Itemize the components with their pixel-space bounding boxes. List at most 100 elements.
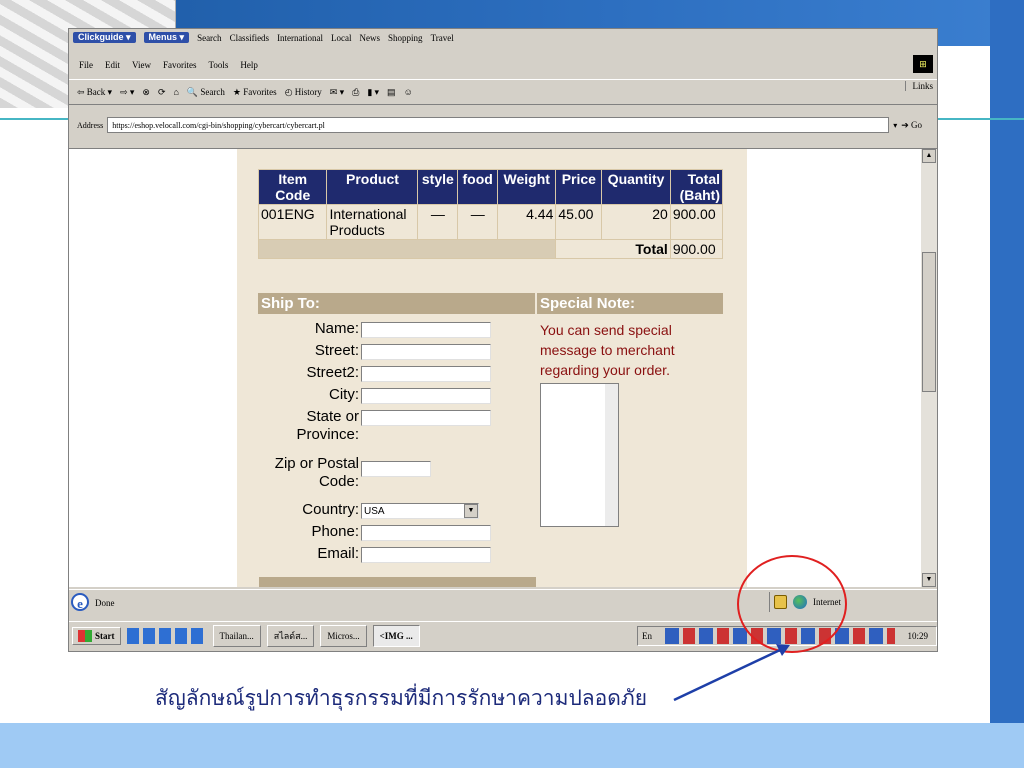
- special-note-textarea[interactable]: [540, 383, 619, 527]
- stop-button[interactable]: ⊗: [142, 87, 150, 98]
- link-international[interactable]: International: [277, 33, 323, 43]
- edit-button[interactable]: ▮ ▾: [367, 87, 379, 98]
- ie-page-icon: e: [71, 593, 89, 611]
- search-button[interactable]: 🔍 Search: [187, 87, 225, 98]
- col-total: Total (Baht): [669, 169, 724, 205]
- table-row: 001ENG International Products — — 4.44 4…: [257, 204, 724, 240]
- special-note-heading: Special Note:: [537, 293, 723, 314]
- link-news[interactable]: News: [360, 33, 381, 43]
- col-weight: Weight: [497, 169, 557, 205]
- link-search[interactable]: Search: [197, 33, 222, 43]
- state-field[interactable]: [361, 410, 491, 426]
- menu-view[interactable]: View: [132, 60, 151, 70]
- link-local[interactable]: Local: [331, 33, 352, 43]
- menu-help[interactable]: Help: [240, 60, 258, 70]
- col-quantity: Quantity: [601, 169, 671, 205]
- windows-flag-icon: [78, 629, 92, 642]
- task-microsoft[interactable]: Micros...: [320, 624, 367, 647]
- forward-button[interactable]: ⇨ ▾: [120, 87, 134, 98]
- links-button[interactable]: Links: [905, 81, 933, 91]
- email-field[interactable]: [361, 547, 491, 563]
- menu-file[interactable]: File: [79, 60, 93, 70]
- total-row: Total 900.00: [257, 239, 724, 259]
- clock: 10:29: [907, 630, 928, 641]
- link-classifieds[interactable]: Classifieds: [230, 33, 270, 43]
- zip-label: Zip or Postal Code:: [274, 455, 359, 490]
- home-button[interactable]: ⌂: [173, 87, 178, 97]
- status-text: Done: [95, 598, 115, 608]
- start-button[interactable]: Start: [72, 626, 121, 645]
- search-icon: 🔍: [186, 86, 199, 97]
- page-scrollbar[interactable]: ▲ ▼: [921, 148, 937, 587]
- language-indicator[interactable]: En: [642, 631, 652, 641]
- windows-logo-icon: ⊞: [913, 55, 933, 73]
- menu-edit[interactable]: Edit: [105, 60, 120, 70]
- street2-field[interactable]: [361, 366, 491, 382]
- task-thailand[interactable]: Thailan...: [212, 624, 261, 647]
- scroll-up-arrow-icon[interactable]: ▲: [922, 149, 936, 163]
- cell-price: 45.00: [555, 204, 603, 240]
- address-label: Address: [77, 120, 104, 130]
- col-food: food: [457, 169, 499, 205]
- email-label: Email:: [317, 545, 359, 562]
- slide-right-band: [990, 0, 1024, 750]
- special-note-text: You can send special message to merchant…: [540, 322, 675, 378]
- cell-weight: 4.44: [497, 204, 557, 240]
- state-label: State or Province:: [296, 408, 359, 443]
- address-dropdown[interactable]: ▾: [893, 121, 897, 130]
- city-label: City:: [329, 386, 359, 403]
- task-slides-folder[interactable]: สไลด์ส...: [266, 624, 315, 647]
- col-item-code: Item Code: [257, 169, 328, 205]
- favorites-icon: ★: [232, 86, 241, 97]
- search-label: Search: [200, 86, 225, 97]
- back-arrow-icon: ⇦: [77, 86, 85, 97]
- messenger-button[interactable]: ☺: [404, 87, 413, 97]
- link-shopping[interactable]: Shopping: [388, 33, 423, 43]
- city-row: City:: [259, 386, 509, 404]
- chevron-down-icon[interactable]: ▼: [464, 504, 478, 518]
- cell-item-code: 001ENG: [257, 204, 328, 240]
- col-product: Product: [326, 169, 419, 205]
- city-field[interactable]: [361, 388, 491, 404]
- menu-favorites[interactable]: Favorites: [163, 60, 197, 70]
- task-img[interactable]: <IMG ...: [372, 624, 420, 647]
- col-price: Price: [555, 169, 603, 205]
- phone-field[interactable]: [361, 525, 491, 541]
- col-style: style: [417, 169, 459, 205]
- print-button[interactable]: ⎙: [352, 87, 359, 98]
- discuss-button[interactable]: ▤: [387, 87, 396, 98]
- name-row: Name:: [259, 320, 509, 338]
- history-button[interactable]: ◴ History: [285, 87, 322, 98]
- scroll-down-arrow-icon[interactable]: ▼: [922, 573, 936, 587]
- cart-table: Item Code Product style food Weight Pric…: [257, 169, 724, 259]
- link-travel[interactable]: Travel: [431, 33, 454, 43]
- history-icon: ◴: [284, 86, 293, 97]
- street-field[interactable]: [361, 344, 491, 360]
- name-field[interactable]: [361, 322, 491, 338]
- mail-button[interactable]: ✉ ▾: [330, 87, 344, 98]
- go-button[interactable]: ➔ Go: [901, 120, 922, 131]
- scroll-thumb[interactable]: [922, 252, 936, 392]
- country-row: Country: USA ▼: [259, 501, 509, 519]
- refresh-button[interactable]: ⟳: [158, 87, 166, 98]
- street2-row: Street2:: [259, 364, 509, 382]
- phone-row: Phone:: [259, 523, 509, 541]
- menus-button[interactable]: Menus ▾: [143, 32, 190, 43]
- clickguide-button[interactable]: Clickguide ▾: [73, 32, 136, 43]
- cell-style: —: [417, 204, 459, 240]
- email-row: Email:: [259, 545, 509, 563]
- street-label: Street:: [314, 342, 359, 359]
- slide-caption: สัญลักษณ์รูปการทำธุรกรรมที่มีการรักษาควา…: [155, 686, 648, 710]
- menu-tools[interactable]: Tools: [208, 60, 228, 70]
- country-select[interactable]: USA ▼: [361, 503, 479, 519]
- back-button[interactable]: ⇦ Back ▾: [77, 87, 112, 98]
- ship-to-heading: Ship To:: [258, 293, 535, 314]
- go-arrow-icon: ➔: [901, 119, 909, 130]
- textarea-scrollbar[interactable]: [605, 384, 618, 526]
- address-input[interactable]: https://eshop.velocall.com/cgi-bin/shopp…: [107, 117, 890, 133]
- zip-field[interactable]: [361, 461, 431, 477]
- street2-label: Street2:: [306, 364, 359, 381]
- favorites-button[interactable]: ★ Favorites: [233, 87, 277, 98]
- quick-launch-icons[interactable]: [126, 627, 207, 644]
- cell-total: 900.00: [669, 204, 724, 240]
